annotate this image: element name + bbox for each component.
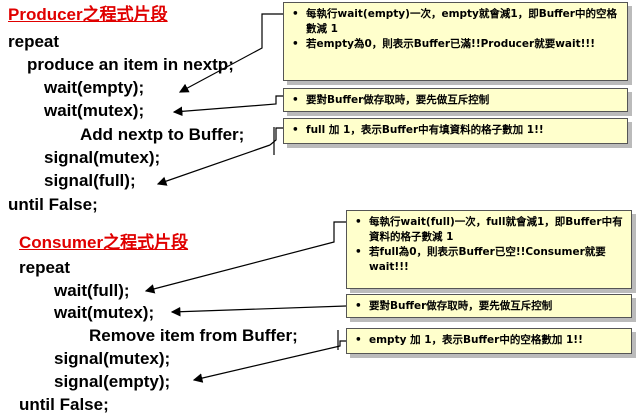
producer-signal-full: signal(full);: [44, 171, 136, 190]
note-bullet: empty 加 1，表示Buffer中的空格數加 1!!: [355, 333, 625, 348]
producer-note-mutex: 要對Buffer做存取時，要先做互斥控制: [283, 88, 628, 112]
producer-signal-mutex: signal(mutex);: [44, 148, 161, 167]
consumer-remove-line: Remove item from Buffer;: [89, 326, 298, 345]
producer-note-signal-full: full 加 1，表示Buffer中有填資料的格子數加 1!!: [283, 118, 628, 144]
arrow-add-nextp-tail: [269, 127, 283, 146]
note-bullet: 若full為0，則表示Buffer已空!!Consumer就要wait!!!: [355, 245, 625, 275]
consumer-title: Consumer之程式片段: [19, 233, 189, 252]
arrow-consumer-wait-mutex: [170, 305, 347, 317]
note-bullet: 每執行wait(empty)一次，empty就會減1，即Buffer中的空格數減…: [292, 7, 621, 37]
producer-add-line: Add nextp to Buffer;: [80, 125, 245, 144]
note-bullet: 要對Buffer做存取時，要先做互斥控制: [292, 93, 621, 108]
consumer-note-wait-full: 每執行wait(full)一次，full就會減1，即Buffer中有資料的格子數…: [346, 210, 632, 289]
note-bullet: 要對Buffer做存取時，要先做互斥控制: [355, 299, 625, 314]
note-bullet: 每執行wait(full)一次，full就會減1，即Buffer中有資料的格子數…: [355, 215, 625, 245]
producer-title: Producer之程式片段: [8, 5, 168, 24]
producer-wait-mutex: wait(mutex);: [44, 101, 145, 120]
note-bullet: full 加 1，表示Buffer中有填資料的格子數加 1!!: [292, 123, 621, 138]
arrow-producer-wait-mutex: [172, 95, 283, 117]
consumer-wait-full: wait(full);: [54, 281, 130, 300]
arrow-wait-empty: [178, 13, 283, 93]
consumer-signal-empty: signal(empty);: [54, 372, 171, 391]
consumer-note-mutex: 要對Buffer做存取時，要先做互斥控制: [346, 294, 632, 318]
consumer-until: until False;: [19, 395, 109, 414]
producer-until: until False;: [8, 195, 98, 214]
consumer-repeat: repeat: [19, 258, 71, 277]
producer-note-wait-empty: 每執行wait(empty)一次，empty就會減1，即Buffer中的空格數減…: [283, 2, 628, 81]
producer-wait-empty: wait(empty);: [44, 78, 145, 97]
arrow-signal-empty: [192, 340, 346, 383]
producer-produce-line: produce an item in nextp;: [27, 55, 234, 74]
producer-repeat: repeat: [8, 32, 60, 51]
arrow-signal-full: [156, 144, 271, 186]
note-bullet: 若empty為0，則表示Buffer已滿!!Producer就要wait!!!: [292, 37, 621, 52]
consumer-wait-mutex: wait(mutex);: [54, 303, 155, 322]
consumer-note-signal-empty: empty 加 1，表示Buffer中的空格數加 1!!: [346, 328, 632, 354]
consumer-signal-mutex: signal(mutex);: [54, 349, 171, 368]
